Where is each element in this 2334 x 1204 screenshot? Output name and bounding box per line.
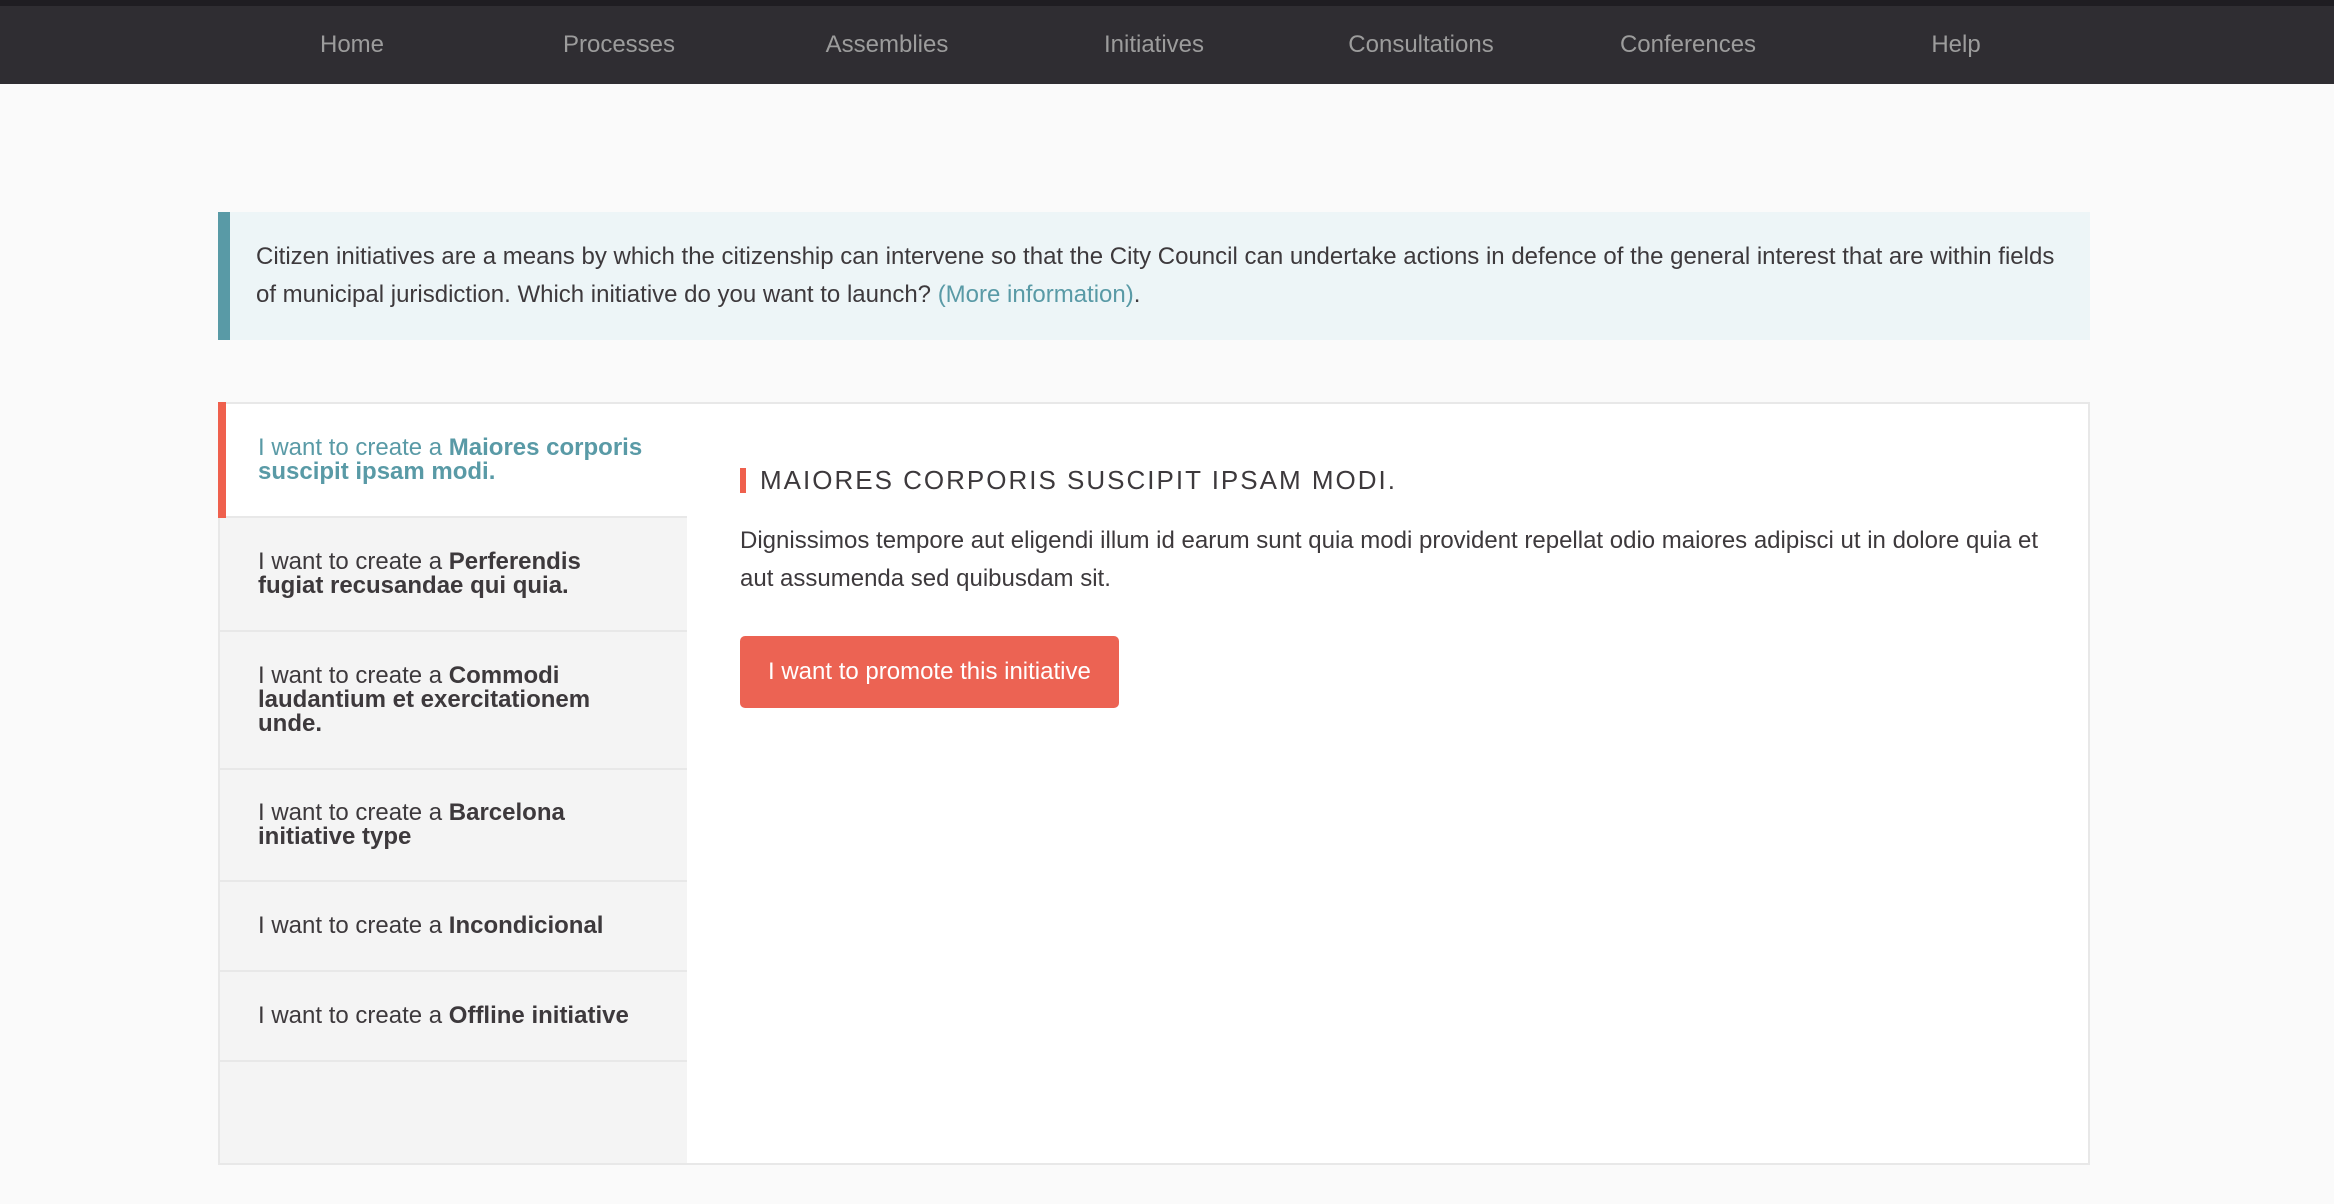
tab-initiative-type[interactable]: I want to create a Maiores corporis susc… xyxy=(218,402,687,518)
promote-initiative-button[interactable]: I want to promote this initiative xyxy=(740,636,1119,708)
initiative-type-tabs: I want to create a Maiores corporis susc… xyxy=(218,402,687,1163)
tab-prefix: I want to create a xyxy=(258,912,449,939)
tab-label: I want to create a Barcelona initiative … xyxy=(258,801,649,849)
tab-type-name: Incondicional xyxy=(448,912,604,939)
nav-item-initiatives[interactable]: Initiatives xyxy=(1104,6,1204,84)
tab-initiative-type[interactable]: I want to create a Offline initiative xyxy=(220,972,687,1062)
info-callout: Citizen initiatives are a means by which… xyxy=(218,212,2090,340)
tab-label: I want to create a Perferendis fugiat re… xyxy=(258,550,649,598)
tab-initiative-type[interactable]: I want to create a Perferendis fugiat re… xyxy=(220,518,687,632)
initiative-type-selector: I want to create a Maiores corporis susc… xyxy=(218,402,2090,1165)
nav-item-conferences[interactable]: Conferences xyxy=(1620,6,1756,84)
nav-item-help[interactable]: Help xyxy=(1931,6,1980,84)
tab-type-name: Offline initiative xyxy=(448,1002,629,1029)
tab-label: I want to create a Commodi laudantium et… xyxy=(258,664,649,736)
main-menu: Home Processes Assemblies Initiatives Co… xyxy=(0,6,2334,84)
callout-text: Citizen initiatives are a means by which… xyxy=(256,243,2055,308)
tab-initiative-type[interactable]: I want to create a Commodi laudantium et… xyxy=(220,632,687,770)
more-information-link[interactable]: (More information) xyxy=(938,281,1134,308)
initiative-type-description: Dignissimos tempore aut eligendi illum i… xyxy=(740,527,2039,592)
tab-prefix: I want to create a xyxy=(258,799,449,826)
tab-prefix: I want to create a xyxy=(258,434,449,461)
tab-initiative-type[interactable]: I want to create a Barcelona initiative … xyxy=(220,770,687,882)
tab-prefix: I want to create a xyxy=(258,662,449,689)
nav-item-processes[interactable]: Processes xyxy=(563,6,675,84)
tab-prefix: I want to create a xyxy=(258,1002,449,1029)
tab-prefix: I want to create a xyxy=(258,548,449,575)
nav-item-assemblies[interactable]: Assemblies xyxy=(826,6,949,84)
initiative-type-title: Maiores corporis suscipit ipsam modi. xyxy=(740,464,2040,496)
nav-item-consultations[interactable]: Consultations xyxy=(1348,6,1493,84)
tab-label: I want to create a Maiores corporis susc… xyxy=(258,436,649,484)
top-navigation-bar: Home Processes Assemblies Initiatives Co… xyxy=(0,0,2334,84)
tab-initiative-type[interactable]: I want to create a Incondicional xyxy=(220,882,687,972)
callout-trailing: . xyxy=(1133,281,1141,308)
nav-item-home[interactable]: Home xyxy=(320,6,384,84)
tab-label: I want to create a Incondicional xyxy=(258,914,603,938)
tab-label: I want to create a Offline initiative xyxy=(258,1004,629,1028)
initiative-type-detail: Maiores corporis suscipit ipsam modi. Di… xyxy=(740,464,2040,708)
